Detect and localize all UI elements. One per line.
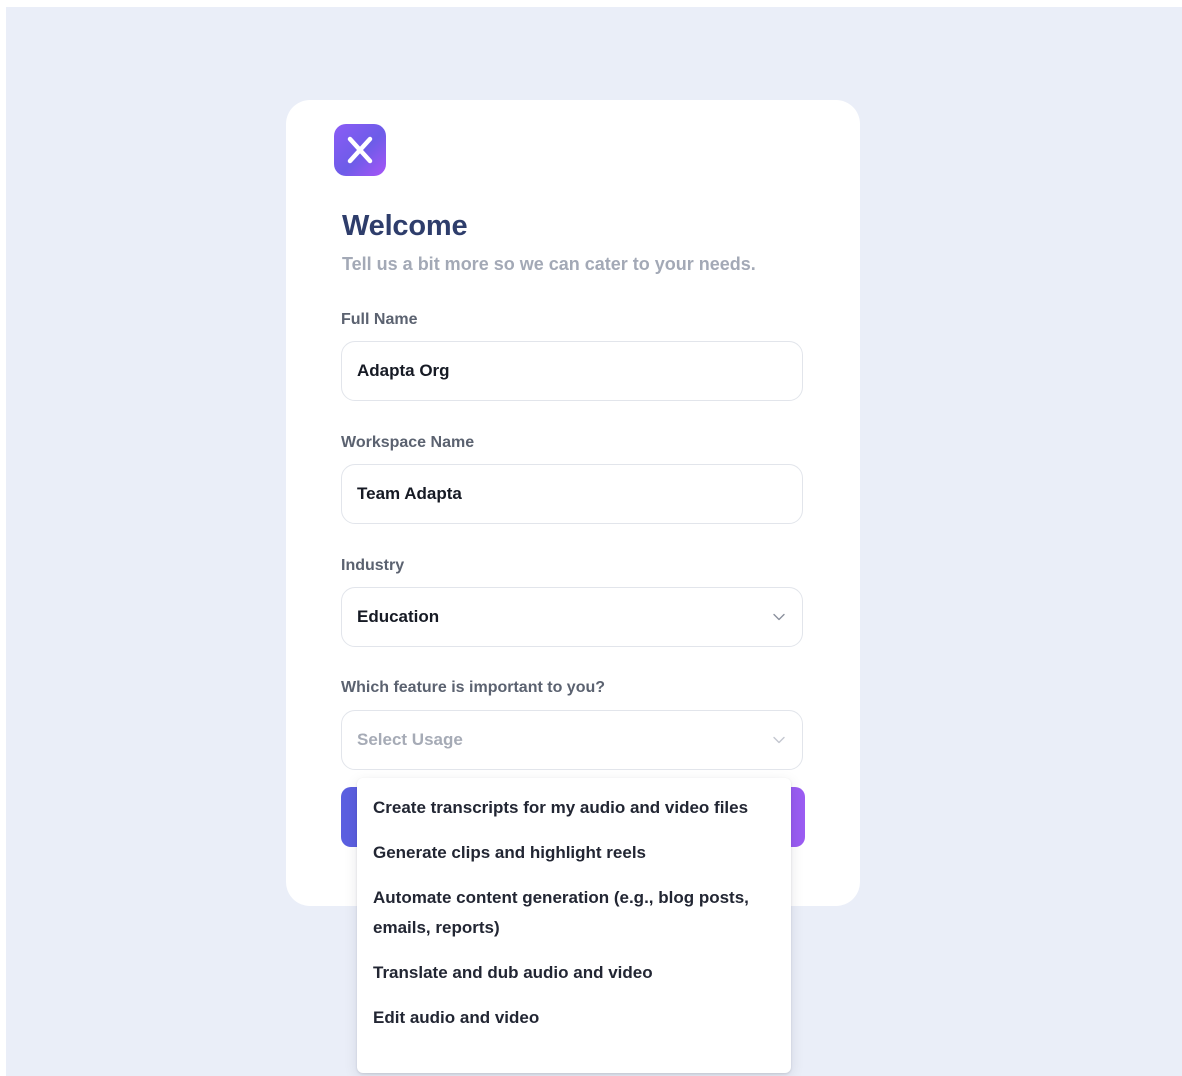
chevron-down-icon bbox=[773, 736, 785, 744]
feature-select-placeholder: Select Usage bbox=[357, 730, 463, 749]
feature-option-edit[interactable]: Edit audio and video bbox=[357, 1001, 791, 1046]
full-name-field-container bbox=[341, 341, 803, 401]
feature-dropdown-menu: Create transcripts for my audio and vide… bbox=[357, 778, 791, 1073]
workspace-name-label: Workspace Name bbox=[341, 434, 475, 451]
feature-label: Which feature is important to you? bbox=[341, 679, 606, 696]
feature-option-content-generation[interactable]: Automate content generation (e.g., blog … bbox=[357, 881, 791, 956]
workspace-name-input[interactable] bbox=[357, 465, 777, 523]
industry-label: Industry bbox=[341, 557, 405, 574]
full-name-input[interactable] bbox=[357, 342, 777, 400]
page-title: Welcome bbox=[342, 210, 468, 242]
workspace-name-field-container bbox=[341, 464, 803, 524]
industry-selected-value: Education bbox=[357, 607, 440, 626]
x-logo-icon bbox=[334, 124, 386, 176]
page-subtitle: Tell us a bit more so we can cater to yo… bbox=[342, 254, 756, 274]
feature-option-clips[interactable]: Generate clips and highlight reels bbox=[357, 836, 791, 881]
feature-select[interactable]: Select Usage bbox=[341, 710, 803, 770]
chevron-down-icon bbox=[773, 613, 785, 621]
industry-select[interactable]: Education bbox=[341, 587, 803, 647]
full-name-label: Full Name bbox=[341, 311, 418, 328]
feature-option-transcripts[interactable]: Create transcripts for my audio and vide… bbox=[357, 791, 791, 836]
feature-option-translate-dub[interactable]: Translate and dub audio and video bbox=[357, 956, 791, 1001]
